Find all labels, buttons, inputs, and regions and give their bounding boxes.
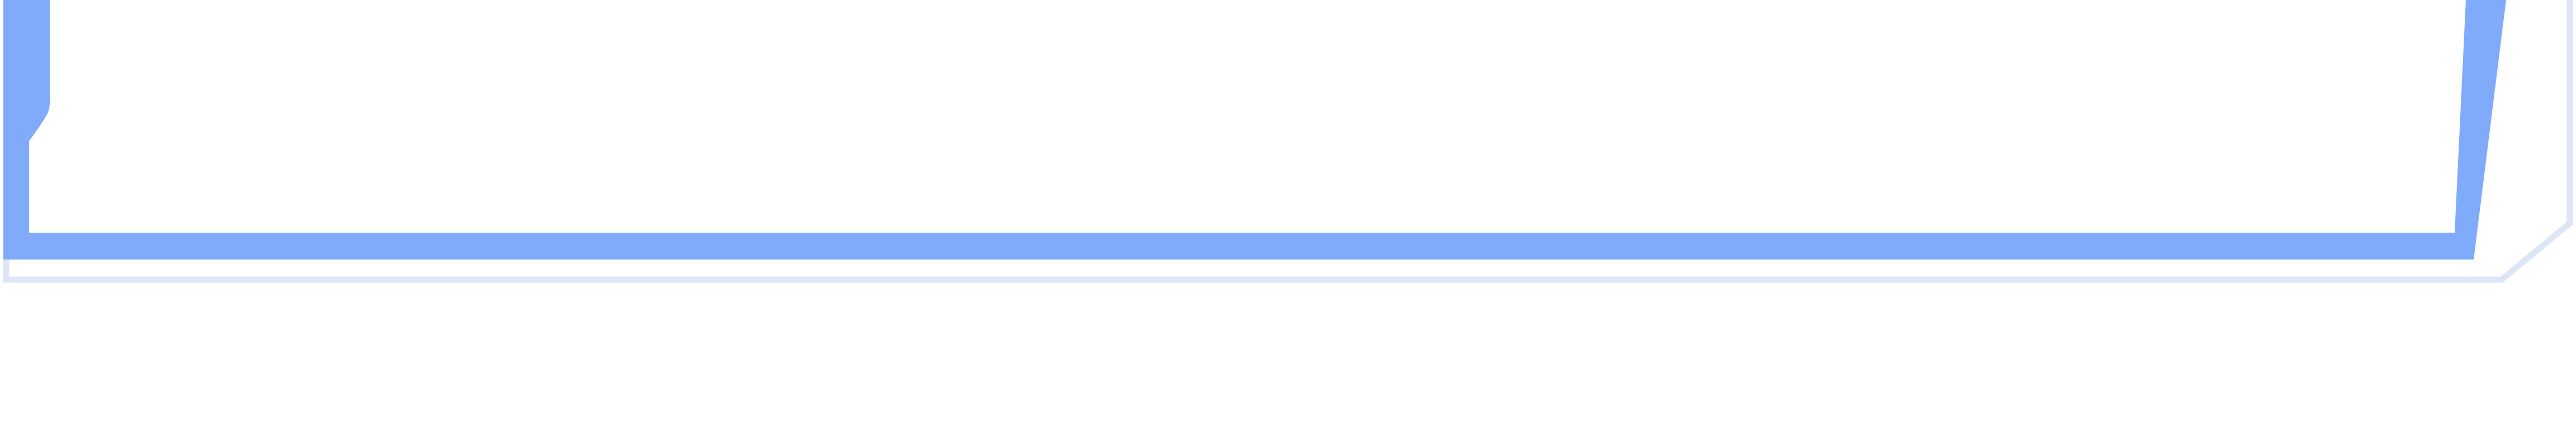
decorative-frame-panel (0, 0, 2576, 429)
frame-graphic (3, 0, 2573, 283)
inner-frame-border (3, 0, 2506, 260)
